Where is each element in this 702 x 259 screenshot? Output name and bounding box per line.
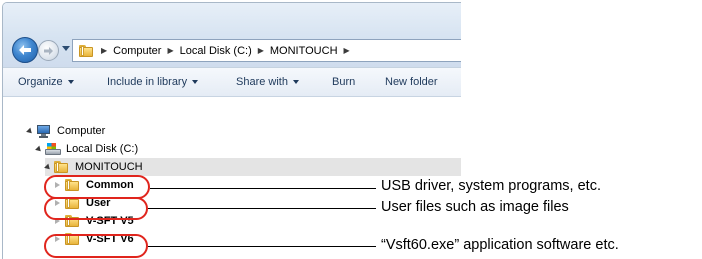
tree-item-label: Computer [57,125,106,137]
leader-line-common [150,188,376,189]
burn-button[interactable]: Burn [332,76,355,88]
tree-item-monitouch[interactable]: MONITOUCH [44,158,461,176]
callout-user: User files such as image files [381,199,569,215]
tree-item-computer[interactable]: Computer [26,122,106,140]
callout-common: USB driver, system programs, etc. [381,178,601,194]
tree-item-label: Local Disk (C:) [66,143,139,155]
forward-arrow-icon [44,46,53,55]
local-disk-icon [45,142,61,156]
command-toolbar: Organize Include in library Share with B… [3,67,461,97]
recent-pages-dropdown-icon[interactable] [62,46,70,51]
leader-line-vsft-v6 [148,246,376,247]
back-button[interactable] [12,37,38,63]
new-folder-label: New folder [385,76,438,88]
breadcrumb-separator-icon[interactable]: ▶ [167,46,173,55]
expand-arrow-icon[interactable] [35,145,43,153]
explorer-window: ▶ Computer ▶ Local Disk (C:) ▶ MONITOUCH… [2,2,461,259]
forward-button[interactable] [38,40,59,61]
breadcrumb-monitouch[interactable]: MONITOUCH [270,45,338,57]
share-with-label: Share with [236,76,288,88]
computer-icon [36,124,52,138]
share-with-button[interactable]: Share with [236,76,299,88]
tree-item-label: MONITOUCH [75,161,143,173]
include-in-library-label: Include in library [107,76,188,88]
chevron-down-icon [67,80,74,84]
chevron-down-icon [192,80,199,84]
new-folder-button[interactable]: New folder [385,76,438,88]
breadcrumb-local-disk[interactable]: Local Disk (C:) [180,45,252,57]
highlight-user [44,197,148,220]
highlight-vsft-v6 [44,234,148,258]
back-arrow-icon [19,45,31,55]
leader-line-user [148,208,376,209]
tree-item-local-disk[interactable]: Local Disk (C:) [35,140,139,158]
breadcrumb-separator-icon[interactable]: ▶ [258,46,264,55]
breadcrumb-separator-icon[interactable]: ▶ [344,46,350,55]
callout-vsft-v6: “Vsft60.exe” application software etc. [381,237,619,253]
highlight-common [44,175,150,199]
breadcrumb-computer[interactable]: Computer [113,45,161,57]
expand-arrow-icon[interactable] [26,127,34,135]
organize-button[interactable]: Organize [18,76,74,88]
navigation-bar: ▶ Computer ▶ Local Disk (C:) ▶ MONITOUCH… [3,3,461,67]
breadcrumb-separator-icon[interactable]: ▶ [101,46,107,55]
chevron-down-icon [292,80,299,84]
include-in-library-button[interactable]: Include in library [107,76,199,88]
folder-icon [79,44,93,57]
folder-icon [54,161,68,173]
expand-arrow-icon[interactable] [44,163,52,171]
address-bar[interactable]: ▶ Computer ▶ Local Disk (C:) ▶ MONITOUCH… [72,39,461,62]
burn-label: Burn [332,76,356,88]
organize-label: Organize [18,76,63,88]
